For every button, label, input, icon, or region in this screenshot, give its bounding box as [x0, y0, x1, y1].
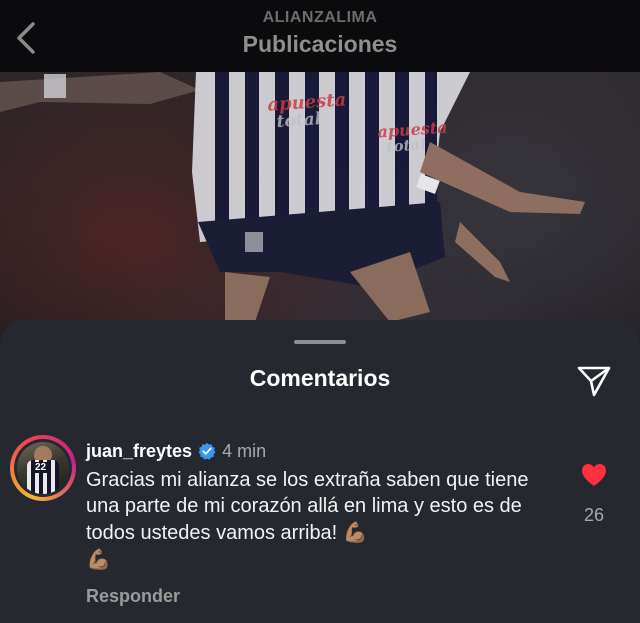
paper-plane-icon: [577, 366, 611, 397]
comment-text: Gracias mi alianza se los extraña saben …: [86, 467, 562, 573]
top-navigation-bar: ALIANZALIMA Publicaciones: [0, 0, 640, 72]
flexed-biceps-emoji: 💪🏽: [342, 520, 368, 544]
heart-icon[interactable]: [580, 461, 608, 489]
comment-username[interactable]: juan_freytes: [86, 441, 192, 462]
instagram-post-comments-screen: ALIANZALIMA Publicaciones apuesta total …: [0, 0, 640, 623]
comments-sheet: Comentarios 22 juan_freytes 4 min Gracia…: [0, 320, 640, 623]
verified-badge-icon: [198, 442, 216, 460]
account-name[interactable]: ALIANZALIMA: [0, 9, 640, 27]
comment-meta: juan_freytes 4 min: [86, 439, 266, 463]
sponsor-logo: apuesta total: [377, 118, 449, 156]
flexed-biceps-emoji: 💪🏽: [86, 547, 111, 571]
sheet-title: Comentarios: [249, 365, 391, 391]
avatar-jersey-number: 22: [33, 462, 49, 473]
avatar-photo: 22: [17, 442, 69, 494]
comment-time: 4 min: [222, 440, 267, 461]
commenter-avatar[interactable]: 22: [10, 435, 76, 501]
reply-button[interactable]: Responder: [86, 586, 180, 607]
comment-body: Gracias mi alianza se los extraña saben …: [86, 469, 529, 544]
drag-handle[interactable]: [294, 340, 346, 344]
page-title: Publicaciones: [242, 31, 398, 57]
like-count: 26: [583, 505, 605, 525]
share-button[interactable]: [574, 360, 614, 400]
sponsor-logo: apuesta total: [267, 89, 348, 132]
